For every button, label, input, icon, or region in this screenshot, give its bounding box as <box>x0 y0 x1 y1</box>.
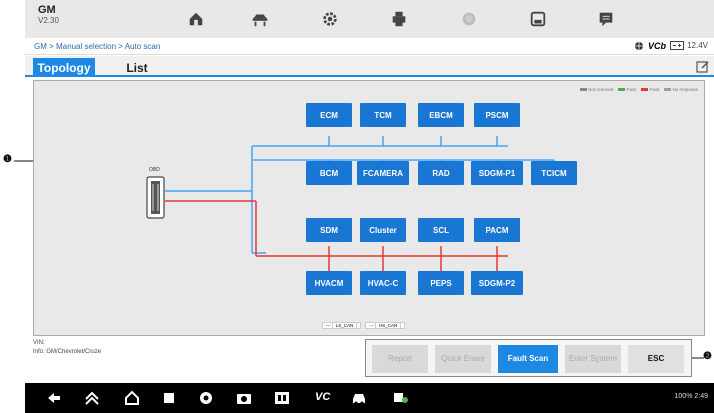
network-icon <box>635 42 643 50</box>
module-rad[interactable]: RAD <box>418 161 464 185</box>
vci-label: VCb <box>648 41 666 51</box>
module-peps[interactable]: PEPS <box>418 271 464 295</box>
module-sdgm-p1[interactable]: SDGM-P1 <box>471 161 523 185</box>
bus-legend: — LS_CAN — HS_CAN <box>322 322 406 329</box>
module-sdgm-p2[interactable]: SDGM-P2 <box>471 271 523 295</box>
enter-system-button[interactable]: Enter System <box>565 345 621 373</box>
tab-topology[interactable]: Topology <box>33 58 95 77</box>
home-icon[interactable] <box>123 389 141 407</box>
topology-panel: Not scanned Pass Fault No response OBD E… <box>33 80 705 336</box>
brand-version: V2.30 <box>38 15 59 25</box>
battery-icon <box>670 41 685 50</box>
vehicle-info: VIN: Info: GM/Chevrolet/Cruze <box>33 339 101 357</box>
view-tabs: Topology List <box>25 56 714 77</box>
brand: GM V2.30 <box>38 4 59 25</box>
obd-connector-icon <box>146 176 165 219</box>
system-status: 100% 2:49 <box>674 393 708 400</box>
gear-icon[interactable] <box>317 6 343 32</box>
top-toolbar: GM V2.30 <box>25 0 714 38</box>
vehicle-info-text: Info: GM/Chevrolet/Cruze <box>33 349 102 355</box>
module-scl[interactable]: SCL <box>418 218 464 242</box>
module-tcicm[interactable]: TCICM <box>531 161 577 185</box>
esc-button[interactable]: ESC <box>628 345 684 373</box>
obd-label: OBD <box>149 167 160 173</box>
action-bar: Report Quick Erase Fault Scan Enter Syst… <box>365 339 692 377</box>
tab-list[interactable]: List <box>109 58 165 77</box>
vci-status: VCb <box>634 41 666 51</box>
callout-marker-1: ❶ <box>3 154 12 165</box>
record-icon[interactable] <box>456 6 482 32</box>
module-hvacm[interactable]: HVACM <box>306 271 352 295</box>
camera-icon[interactable] <box>235 389 253 407</box>
module-pacm[interactable]: PACM <box>474 218 520 242</box>
module-bcm[interactable]: BCM <box>306 161 352 185</box>
bus-legend-label: HS_CAN <box>375 322 402 329</box>
callout-marker-2: ❷ <box>703 351 712 362</box>
quick-erase-button[interactable]: Quick Erase <box>435 345 491 373</box>
up-icon[interactable] <box>83 389 101 407</box>
module-tcm[interactable]: TCM <box>360 103 406 127</box>
breadcrumb[interactable]: GM > Manual selection > Auto scan <box>34 42 160 51</box>
module-hvac-c[interactable]: HVAC-C <box>360 271 406 295</box>
remote-support-icon[interactable] <box>392 389 410 407</box>
voltage-indicator: 12.4V <box>670 41 708 50</box>
bus-legend-label: LS_CAN <box>331 322 358 329</box>
vehicle-lift-icon[interactable] <box>247 6 273 32</box>
back-icon[interactable] <box>45 389 63 407</box>
car-icon[interactable] <box>350 389 368 407</box>
brand-name: GM <box>38 4 56 16</box>
fault-scan-button[interactable]: Fault Scan <box>498 345 558 373</box>
vci-shortcut[interactable]: VC <box>315 391 330 403</box>
save-icon[interactable] <box>525 6 551 32</box>
system-nav-bar: VC 100% 2:49 <box>25 383 714 413</box>
screen-record-icon[interactable] <box>273 389 291 407</box>
report-button[interactable]: Report <box>372 345 428 373</box>
printer-icon[interactable] <box>386 6 412 32</box>
module-sdm[interactable]: SDM <box>306 218 352 242</box>
screen: ❶ ❷ GM V2.30 GM > Manual selection > Aut… <box>0 0 714 413</box>
recent-apps-icon[interactable] <box>160 389 178 407</box>
module-ecm[interactable]: ECM <box>306 103 352 127</box>
module-pscm[interactable]: PSCM <box>474 103 520 127</box>
edit-icon[interactable] <box>696 60 710 74</box>
voltage-value: 12.4V <box>687 41 708 50</box>
bus-legend-item: — HS_CAN <box>365 322 406 329</box>
vin-label: VIN: <box>33 340 45 346</box>
module-fcamera[interactable]: FCAMERA <box>357 161 409 185</box>
message-icon[interactable] <box>593 6 619 32</box>
module-cluster[interactable]: Cluster <box>360 218 406 242</box>
home-icon[interactable] <box>183 6 209 32</box>
module-ebcm[interactable]: EBCM <box>418 103 464 127</box>
bus-legend-item: — LS_CAN <box>322 322 362 329</box>
browser-icon[interactable] <box>197 389 215 407</box>
breadcrumb-row: GM > Manual selection > Auto scan VCb 12… <box>25 38 714 55</box>
